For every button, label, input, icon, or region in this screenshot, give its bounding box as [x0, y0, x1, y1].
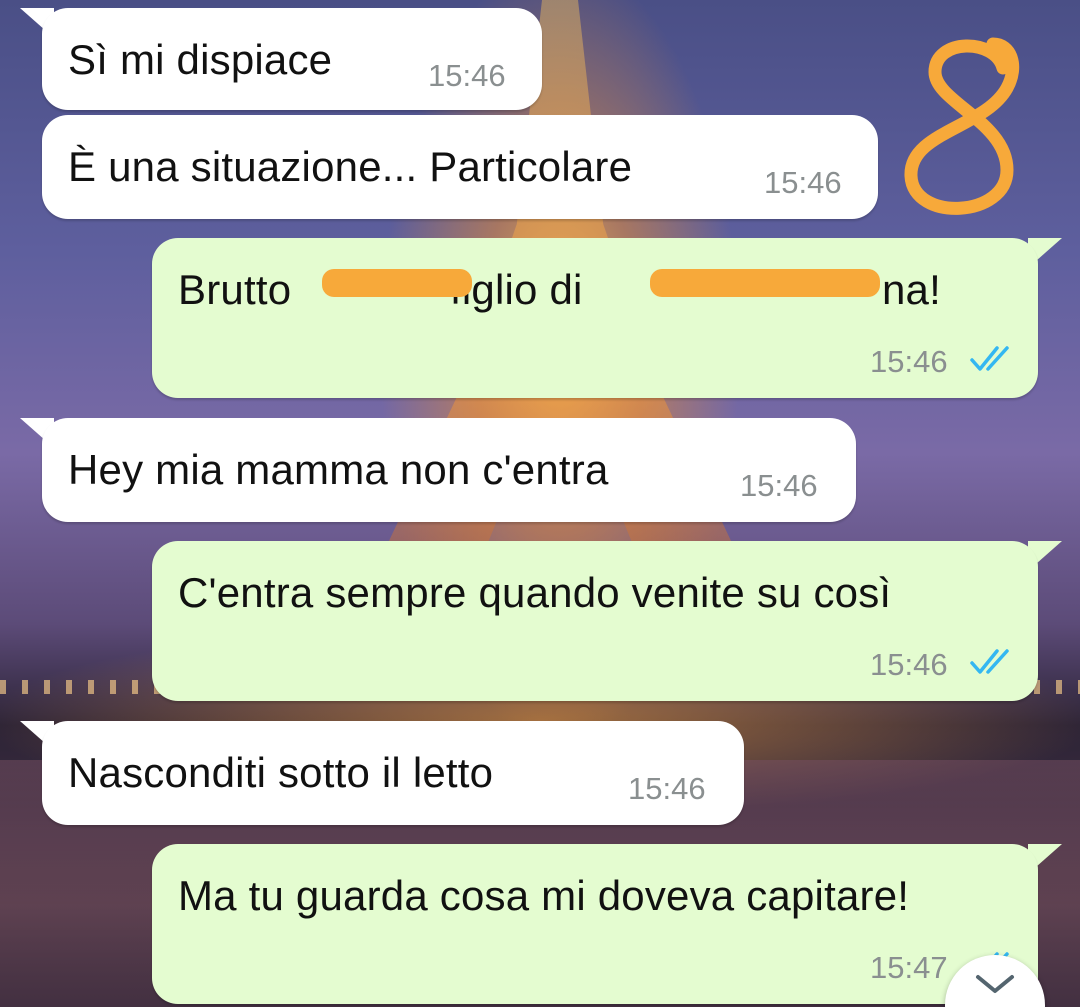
message-text: Ma tu guarda cosa mi doveva capitare! — [178, 872, 910, 919]
message-text-part: Brutto — [178, 266, 292, 313]
message-time: 15:47 — [870, 950, 948, 985]
message-time: 15:46 — [764, 165, 842, 200]
message-bubble-incoming[interactable]: Sì mi dispiace 15:46 — [42, 8, 542, 110]
message-bubble-incoming[interactable]: Nasconditi sotto il letto 15:46 — [42, 721, 744, 825]
message-bubble-outgoing[interactable]: Brutto figlio di na! 15:46 — [152, 238, 1038, 398]
message-bubble-incoming[interactable]: Hey mia mamma non c'entra 15:46 — [42, 418, 856, 522]
message-text: C'entra sempre quando venite su così — [178, 569, 892, 616]
message-time: 15:46 — [428, 58, 506, 93]
message-time: 15:46 — [628, 771, 706, 806]
read-double-tick-icon — [970, 649, 1009, 674]
message-time: 15:46 — [870, 344, 948, 379]
message-time: 15:46 — [740, 468, 818, 503]
message-text-part: na! — [882, 266, 941, 313]
chat-screen: Sì mi dispiace 15:46 È una situazione...… — [0, 0, 1080, 1007]
redaction-mark — [650, 269, 880, 297]
message-text: Hey mia mamma non c'entra — [68, 446, 609, 493]
message-text: È una situazione... Particolare — [68, 143, 633, 190]
read-double-tick-icon — [970, 346, 1009, 371]
message-bubble-incoming[interactable]: È una situazione... Particolare 15:46 — [42, 115, 878, 219]
handwritten-eight-annotation — [904, 37, 1020, 215]
message-time: 15:46 — [870, 647, 948, 682]
message-text: Sì mi dispiace — [68, 36, 333, 83]
message-bubble-outgoing[interactable]: C'entra sempre quando venite su così 15:… — [152, 541, 1038, 701]
redaction-mark — [322, 269, 472, 297]
message-bubble-outgoing[interactable]: Ma tu guarda cosa mi doveva capitare! 15… — [152, 844, 1038, 1004]
chevron-down-icon — [976, 975, 1014, 993]
message-text: Nasconditi sotto il letto — [68, 749, 494, 796]
